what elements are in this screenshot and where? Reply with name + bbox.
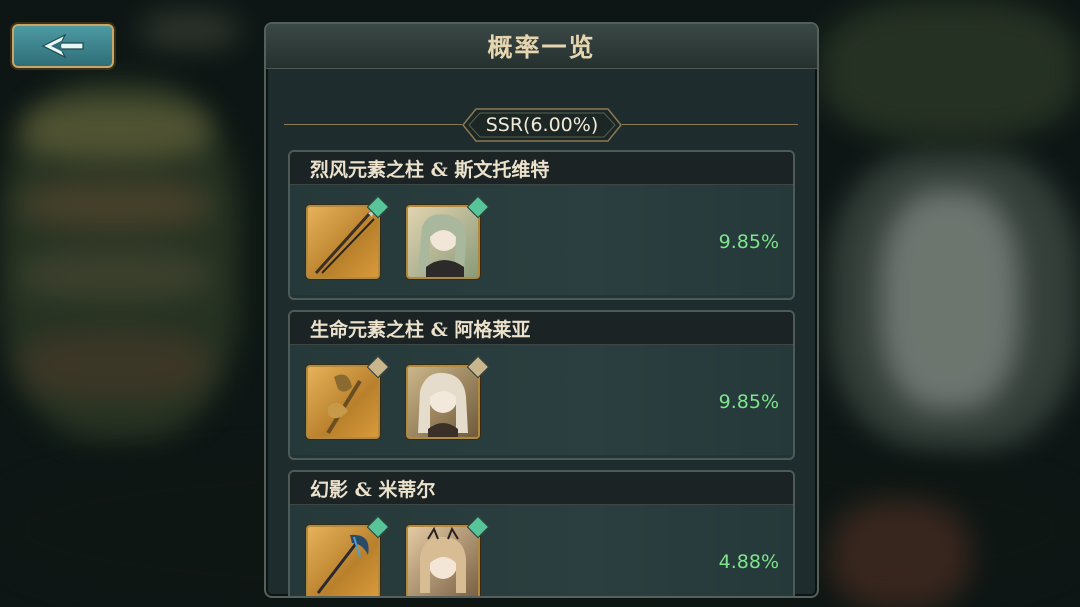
entry-rate: 9.85% [718, 391, 779, 413]
rarity-rate-badge: SSR(6.00%) [462, 108, 622, 142]
panel-title: 概率一览 [487, 33, 596, 62]
character-portrait-icon[interactable] [406, 365, 480, 439]
back-button[interactable] [12, 24, 114, 68]
panel-header: 概率一览 [266, 24, 817, 69]
character-portrait-icon[interactable] [406, 525, 480, 596]
entry-name: 生命元素之柱 & 阿格莱亚 [290, 312, 793, 345]
entry-name: 烈风元素之柱 & 斯文托维特 [290, 152, 793, 185]
probability-panel: 概率一览 SSR(6.00%) 烈风元素之柱 & 斯文托维特 9.85% 生命元… [264, 22, 819, 598]
entry-list: 烈风元素之柱 & 斯文托维特 9.85% 生命元素之柱 & 阿格莱亚 9.85%… [288, 150, 795, 596]
back-arrow-icon [41, 33, 84, 59]
entry-rate: 4.88% [718, 551, 779, 573]
character-portrait-icon[interactable] [406, 205, 480, 279]
divider-left [284, 124, 462, 125]
staff-weapon-icon[interactable] [306, 365, 380, 439]
list-item: 幻影 & 米蒂尔 4.88% [288, 470, 795, 596]
divider-right [622, 124, 798, 125]
rarity-rate-text: SSR(6.00%) [485, 114, 599, 136]
list-item: 烈风元素之柱 & 斯文托维特 9.85% [288, 150, 795, 300]
entry-rate: 9.85% [718, 231, 779, 253]
list-item: 生命元素之柱 & 阿格莱亚 9.85% [288, 310, 795, 460]
spear-weapon-icon[interactable] [306, 205, 380, 279]
scythe-weapon-icon[interactable] [306, 525, 380, 596]
entry-name: 幻影 & 米蒂尔 [290, 472, 793, 505]
